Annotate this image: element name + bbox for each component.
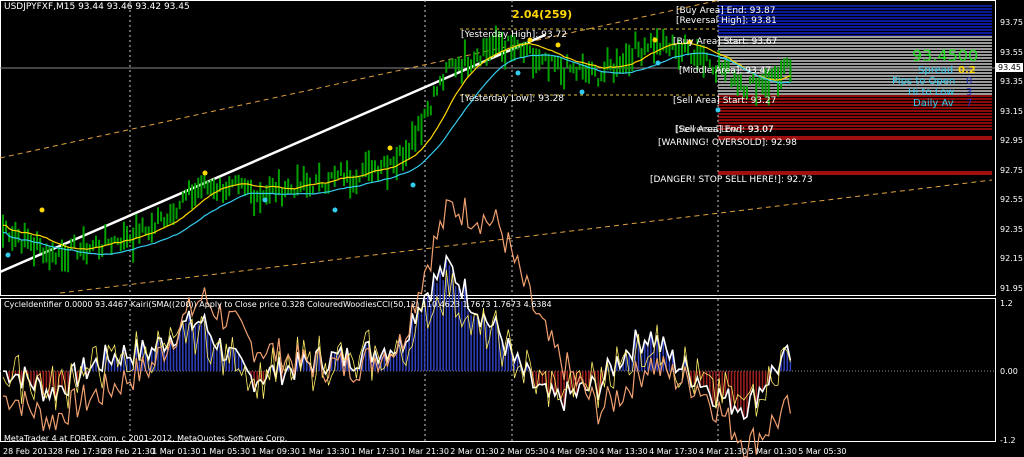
time-axis-tick: 2 Mar 05:30 — [500, 447, 549, 456]
time-axis-tick: 28 Feb 17:30 — [52, 447, 106, 456]
time-axis-tick: 4 Mar 13:30 — [599, 447, 648, 456]
signal-dot-high — [555, 42, 561, 48]
time-axis-tick: 1 Mar 09:30 — [251, 447, 300, 456]
sub-axis-tick: 1.2 — [1000, 299, 1013, 308]
sell-zone-stripe — [718, 122, 992, 124]
price-axis-tick: 93.15 — [1000, 106, 1023, 116]
sub-axis-tick: 0.00 — [1000, 367, 1018, 376]
time-axis-tick: 1 Mar 21:30 — [400, 447, 449, 456]
danger-stop-sell-label: [DANGER! STOP SELL HERE!]: 92.73 — [650, 175, 813, 185]
time-axis-tick: 1 Mar 17:30 — [350, 447, 400, 456]
signal-dot-low — [655, 60, 661, 66]
time-axis-tick: 2 Mar 01:30 — [450, 447, 499, 456]
chart-title: USDJPYFXF,M15 93.44 93.46 93.42 93.45 — [4, 2, 190, 12]
price-axis-tick: 91.95 — [1000, 283, 1023, 293]
warning-oversold-label: [WARNING! OVERSOLD]: 92.98 — [658, 138, 797, 148]
channel-lower-line — [59, 179, 993, 294]
middle-area-label: [Middle Area]: 93.47 — [679, 66, 771, 76]
range-label: 2.04(259) — [512, 8, 573, 21]
reversal-low-label: [Reversal Low]: 93.07 — [676, 125, 774, 135]
time-axis-tick: 5 Mar 05:30 — [798, 447, 847, 456]
reversal-high-label: [Reversal High]: 93.81 — [676, 16, 777, 26]
signal-dot-high — [652, 37, 658, 43]
yesterday-high-label: [Yesterday High]: 93.72 — [461, 30, 567, 40]
copyright-text: MetaTrader 4 at FOREX.com, c 2001-2012, … — [4, 434, 288, 443]
signal-dot-low — [262, 197, 268, 203]
time-axis-tick: 4 Mar 17:30 — [649, 447, 698, 456]
trend-line — [0, 33, 546, 274]
signal-dot-low — [579, 89, 585, 95]
price-axis-tick: 93.35 — [1000, 77, 1023, 86]
buy-area-start-label: [Buy Area] Start: 93.67 — [673, 37, 778, 47]
sell-zone-stripe — [718, 113, 992, 115]
kairi-line — [2, 197, 791, 457]
signal-dot-high — [387, 145, 393, 151]
time-axis-tick: 1 Mar 01:30 — [152, 447, 201, 456]
signal-dot-low — [515, 70, 521, 76]
channel-upper-line — [0, 0, 721, 159]
price-axis-tick: 92.55 — [1000, 195, 1023, 204]
daily-average-value: 7 — [966, 98, 973, 109]
price-axis-tick: 93.55 — [1000, 47, 1023, 57]
spread-value: 0.2 — [958, 65, 976, 76]
price-axis-tick: 93.75 — [1000, 18, 1023, 27]
time-axis-tick: 1 Mar 13:30 — [301, 447, 350, 456]
signal-dot-low — [332, 207, 338, 213]
signal-dot-low — [5, 252, 11, 258]
sell-zone-stripe — [718, 116, 992, 118]
time-axis-tick: 4 Mar 21:30 — [698, 447, 748, 456]
buy-zone-stripe — [718, 29, 992, 31]
time-axis-tick: 28 Feb 2013 — [3, 447, 53, 456]
yesterday-low-label: [Yesterday Low]: 93.28 — [461, 94, 564, 104]
subwindow-title: CycleIdentifier 0.0000 93.4467 Kairi(SMA… — [4, 300, 552, 309]
daily-average-label: Daily Av — [913, 98, 954, 109]
pips-to-open-label: Pips to Open — [892, 76, 956, 87]
current-price-display: 93.4500 — [912, 46, 979, 65]
price-axis-tick: 92.15 — [1000, 254, 1023, 263]
hi-to-low-value: 3 — [966, 87, 973, 98]
mt4-chart-window: USDJPYFXF,M15 93.44 93.46 93.42 93.45 2.… — [0, 0, 1024, 457]
price-axis-tick: 92.95 — [1000, 136, 1023, 145]
spread-label: Spread — [918, 65, 954, 76]
price-axis-tick: 92.75 — [1000, 165, 1023, 175]
price-chart[interactable] — [0, 0, 1024, 457]
signal-dot-high — [39, 207, 45, 213]
time-axis-tick: 4 Mar 09:30 — [549, 447, 599, 456]
current-price-tag: 93.45 — [996, 63, 1023, 72]
buy-zone-stripe — [718, 32, 992, 34]
signal-dot-low — [410, 182, 416, 188]
signal-dot-low — [715, 107, 721, 113]
price-axis-tick: 92.35 — [1000, 224, 1023, 234]
buy-area-end-label: [Buy Area] End: 93.87 — [676, 6, 776, 16]
time-axis-tick: 5 Mar 01:30 — [748, 447, 797, 456]
time-axis-tick: 28 Feb 21:30 — [102, 447, 155, 456]
signal-dot-high — [202, 170, 208, 176]
sub-axis-tick: -1.2 — [1000, 436, 1016, 445]
buy-zone-stripe — [718, 26, 992, 28]
time-axis-tick: 1 Mar 05:30 — [201, 447, 251, 456]
pips-to-open-value: 0 — [966, 76, 973, 87]
hi-to-low-label: Hi to Low — [908, 87, 955, 98]
sell-zone-stripe — [718, 119, 992, 121]
sell-area-start-label: [Sell Area] Start: 93.27 — [673, 96, 777, 106]
sell-zone-stripe — [718, 110, 992, 112]
